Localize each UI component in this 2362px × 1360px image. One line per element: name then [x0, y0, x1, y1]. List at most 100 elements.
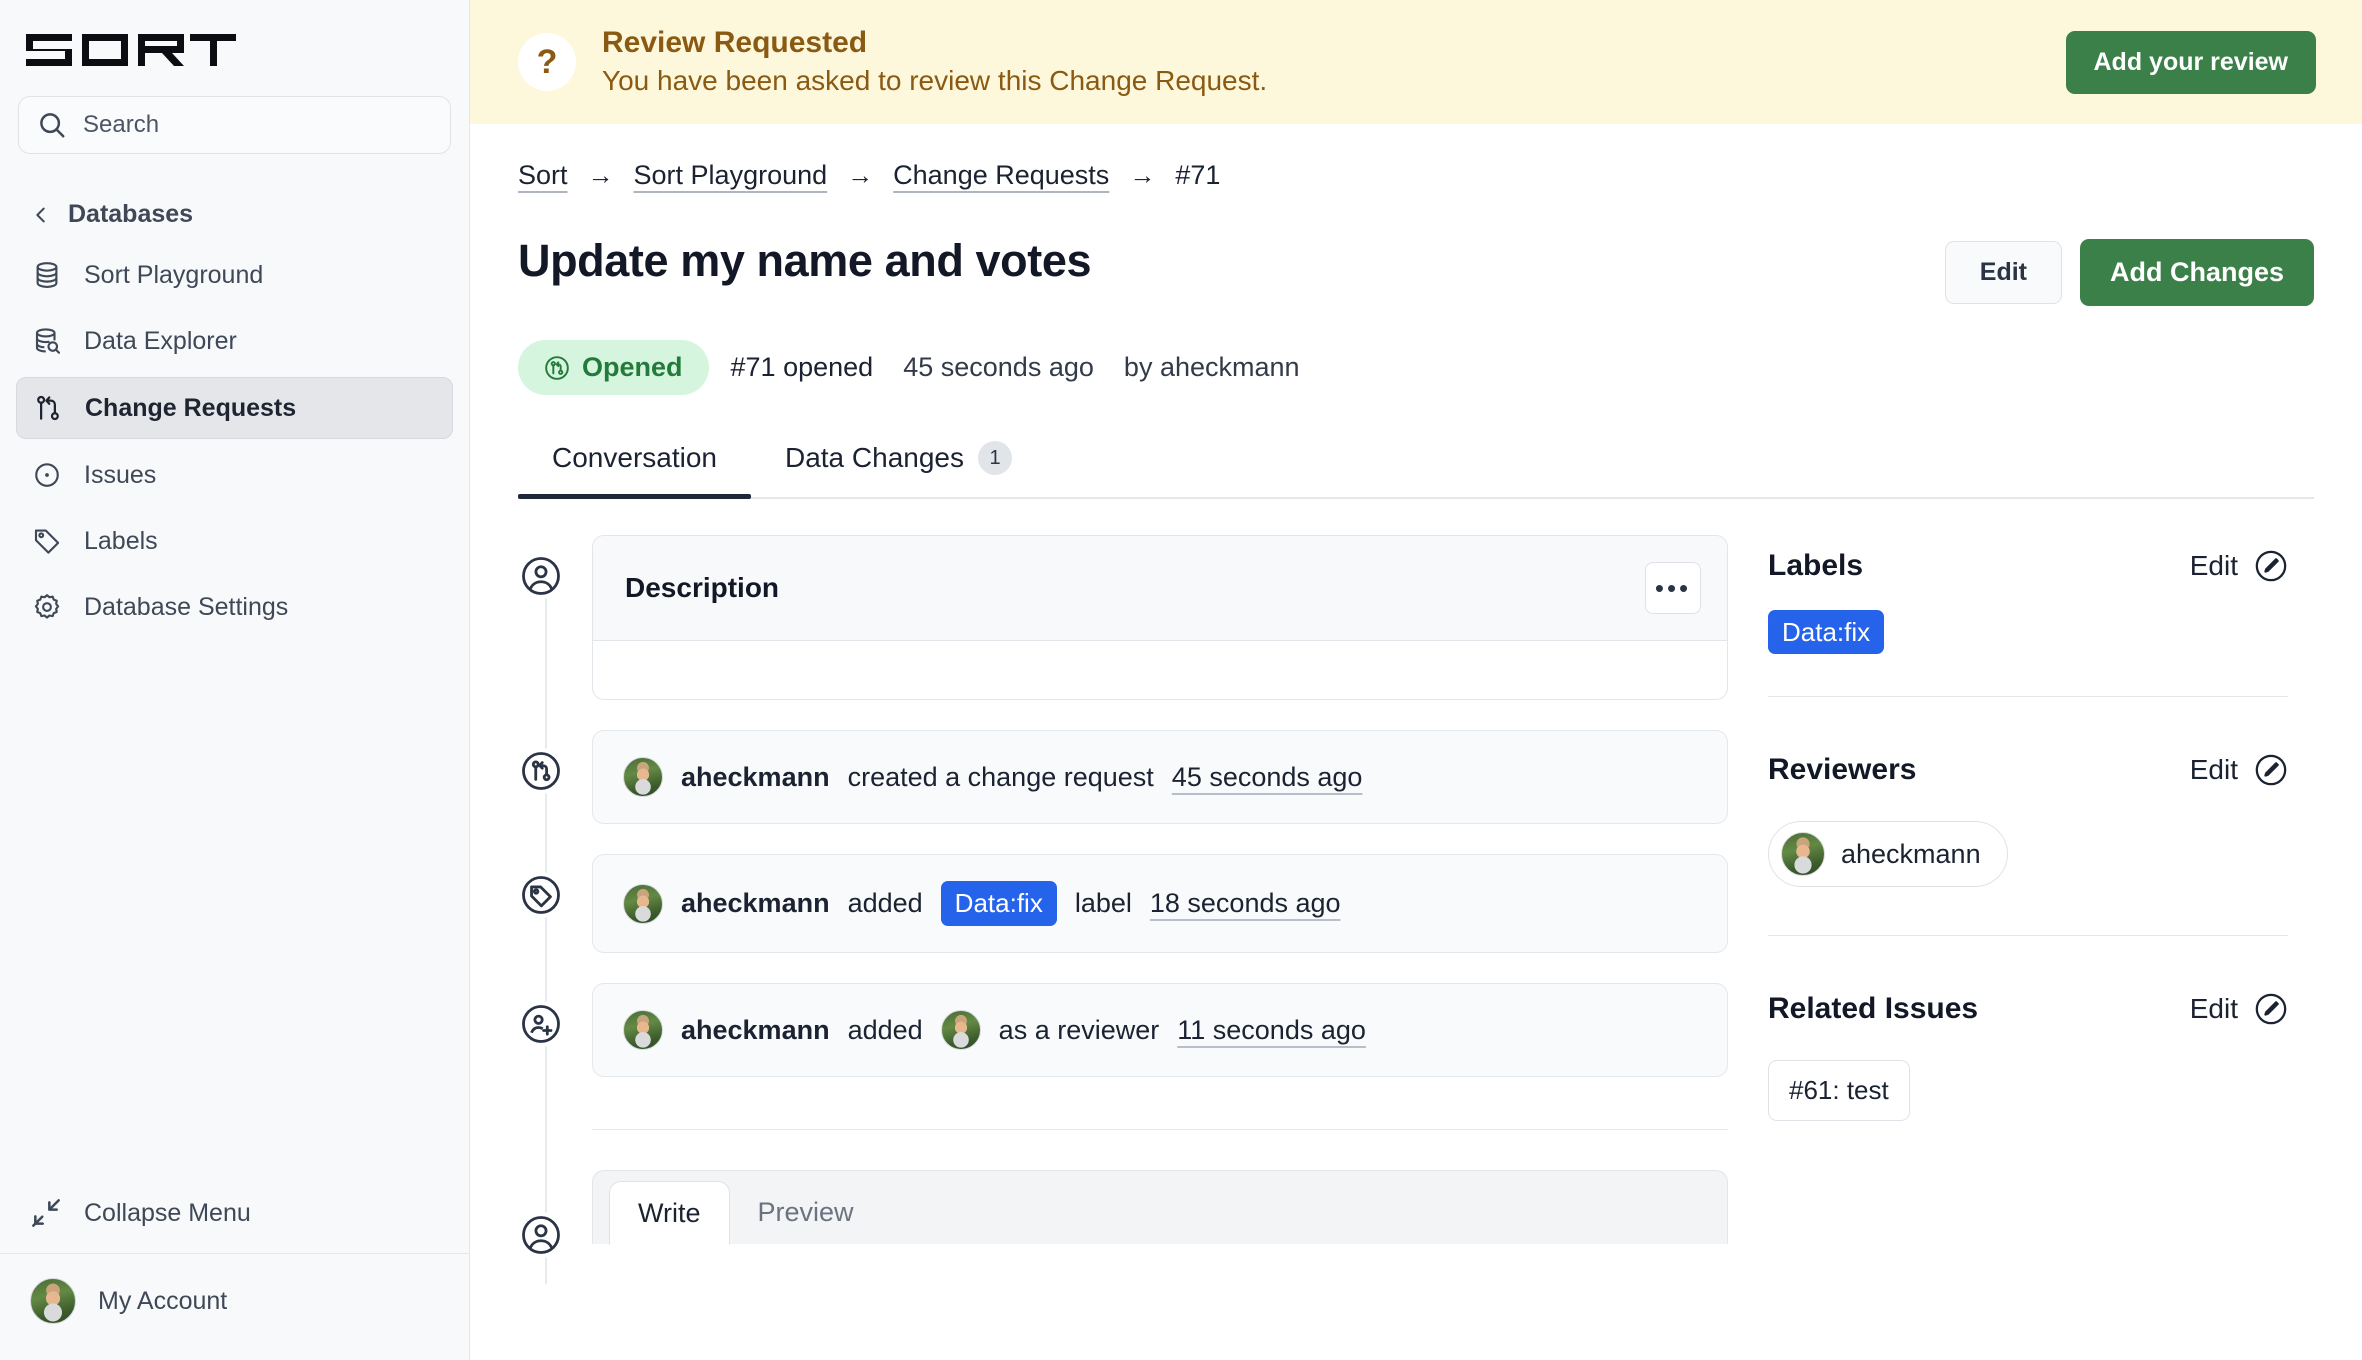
- my-account-button[interactable]: My Account: [0, 1254, 469, 1360]
- tag-icon: [30, 524, 64, 558]
- event-actor: aheckmann: [681, 761, 830, 792]
- related-issue-chip[interactable]: #61: test: [1768, 1060, 1910, 1121]
- avatar: [30, 1278, 76, 1324]
- composer-tab-bar: Write Preview: [592, 1170, 1728, 1245]
- breadcrumb-separator: →: [1129, 160, 1156, 190]
- app-logo[interactable]: [0, 0, 469, 82]
- search-placeholder: Search: [83, 111, 160, 138]
- event-label-chip[interactable]: Data:fix: [940, 881, 1057, 926]
- sidebar-item-label: Change Requests: [85, 393, 297, 422]
- person-circle-icon: [518, 1212, 564, 1258]
- sidebar-item-sort-playground[interactable]: Sort Playground: [16, 245, 453, 305]
- breadcrumb-item-sort[interactable]: Sort: [518, 160, 568, 191]
- avatar: [623, 757, 663, 797]
- page-content: Sort → Sort Playground → Change Requests…: [470, 124, 2362, 1284]
- pencil-circle-icon: [2255, 993, 2287, 1025]
- tag-circle-icon: [518, 872, 564, 918]
- status-badge: Opened: [518, 340, 709, 395]
- sidebar-item-change-requests[interactable]: Change Requests: [16, 377, 453, 439]
- meta-number: #71 opened: [730, 352, 874, 382]
- timeline-item-label-added: aheckmann added Data:fix label 18 second…: [518, 854, 1728, 953]
- description-title: Description: [625, 572, 780, 603]
- description-menu-button[interactable]: •••: [1645, 562, 1701, 614]
- description-card-header: Description •••: [593, 536, 1727, 641]
- timeline-item-description: Description •••: [518, 535, 1728, 700]
- reviewers-edit-button[interactable]: Edit: [2190, 753, 2288, 787]
- event-timestamp[interactable]: 11 seconds ago: [1177, 1015, 1366, 1046]
- tab-bar: Conversation Data Changes 1: [518, 441, 2314, 499]
- meta-info: #71 opened 45 seconds ago by aheckmann: [731, 352, 1300, 383]
- issue-dot-icon: [30, 458, 64, 492]
- related-issues-section: Related Issues Edit #61: test: [1768, 978, 2288, 1121]
- composer-tab-preview[interactable]: Preview: [730, 1181, 882, 1244]
- reviewer-name: aheckmann: [1841, 838, 1981, 869]
- sidebar-item-database-settings[interactable]: Database Settings: [16, 577, 453, 637]
- add-your-review-button[interactable]: Add your review: [2065, 30, 2316, 94]
- collapse-menu-button[interactable]: Collapse Menu: [0, 1173, 469, 1254]
- sidebar-item-data-explorer[interactable]: Data Explorer: [16, 311, 453, 371]
- event-timestamp[interactable]: 45 seconds ago: [1172, 762, 1363, 793]
- app-root: Search Databases Sort Playground Data Ex…: [0, 0, 2362, 1360]
- breadcrumb-item-change-requests[interactable]: Change Requests: [893, 160, 1109, 191]
- avatar-reviewer: [940, 1010, 981, 1050]
- avatar: [1781, 832, 1825, 876]
- breadcrumb-separator: →: [847, 160, 874, 190]
- timeline-item-reviewer-added: aheckmann added as a reviewer 11 seconds…: [518, 983, 1728, 1077]
- pull-request-icon: [31, 391, 65, 425]
- my-account-label: My Account: [98, 1286, 228, 1315]
- tab-label: Data Changes: [784, 442, 964, 473]
- description-card: Description •••: [592, 535, 1728, 700]
- sidebar-item-label: Labels: [84, 526, 158, 555]
- chevron-left-icon: [36, 207, 45, 222]
- sidebar-item-label: Data Explorer: [84, 326, 237, 355]
- sidebar-item-labels[interactable]: Labels: [16, 511, 453, 571]
- meta-author: by aheckmann: [1123, 352, 1300, 382]
- labels-title: Labels: [1768, 549, 1864, 582]
- composer-tab-write[interactable]: Write: [609, 1181, 730, 1245]
- tab-count-badge: 1: [978, 441, 1012, 475]
- timeline-event: aheckmann added Data:fix label 18 second…: [592, 854, 1728, 953]
- sidebar-item-label: Database Settings: [84, 592, 289, 621]
- search-input[interactable]: Search: [18, 96, 451, 154]
- avatar: [623, 1010, 663, 1050]
- timeline-rail: [545, 575, 547, 1284]
- reviewer-chip[interactable]: aheckmann: [1768, 821, 2008, 887]
- label-chip[interactable]: Data:fix: [1768, 610, 1885, 654]
- sidebar-item-issues[interactable]: Issues: [16, 445, 453, 505]
- sidebar: Search Databases Sort Playground Data Ex…: [0, 0, 470, 1360]
- edit-label: Edit: [2189, 550, 2238, 581]
- tab-data-changes[interactable]: Data Changes 1: [751, 441, 1046, 497]
- timeline-event: aheckmann created a change request 45 se…: [592, 730, 1728, 824]
- add-changes-button[interactable]: Add Changes: [2079, 239, 2314, 306]
- edit-label: Edit: [2189, 993, 2238, 1024]
- status-badge-label: Opened: [582, 352, 683, 382]
- person-circle-icon: [518, 553, 564, 599]
- main-content: ? Review Requested You have been asked t…: [470, 0, 2362, 1360]
- tab-label: Conversation: [552, 442, 717, 473]
- panel-divider: [1768, 696, 2288, 697]
- sort-logo-icon: [26, 34, 236, 66]
- collapse-arrows-icon: [32, 1199, 60, 1227]
- meta-row: Opened #71 opened 45 seconds ago by ahec…: [518, 340, 2314, 395]
- timeline: Description ••• aheckmann created a chan…: [518, 535, 1728, 1284]
- timeline-event: aheckmann added as a reviewer 11 seconds…: [592, 983, 1728, 1077]
- event-timestamp[interactable]: 18 seconds ago: [1150, 888, 1341, 919]
- breadcrumb-item-sort-playground[interactable]: Sort Playground: [634, 160, 828, 191]
- banner-title: Review Requested: [602, 26, 868, 60]
- event-action: added: [847, 1014, 923, 1045]
- review-requested-banner: ? Review Requested You have been asked t…: [470, 0, 2362, 124]
- event-actor: aheckmann: [681, 1014, 830, 1045]
- edit-button[interactable]: Edit: [1944, 241, 2062, 304]
- pull-request-circle-icon: [518, 748, 564, 794]
- tab-conversation[interactable]: Conversation: [518, 441, 751, 499]
- related-issues-edit-button[interactable]: Edit: [2190, 992, 2288, 1026]
- reviewers-header: Reviewers Edit: [1768, 753, 2288, 787]
- labels-edit-button[interactable]: Edit: [2190, 549, 2288, 583]
- side-panel: Labels Edit Data:fix Reviewers Edit ahec…: [1768, 535, 2288, 1244]
- reviewers-section: Reviewers Edit aheckmann: [1768, 739, 2288, 887]
- description-card-body: [593, 641, 1727, 699]
- event-action-after: label: [1074, 888, 1132, 918]
- sidebar-back-databases[interactable]: Databases: [0, 190, 469, 239]
- breadcrumb: Sort → Sort Playground → Change Requests…: [518, 124, 2314, 203]
